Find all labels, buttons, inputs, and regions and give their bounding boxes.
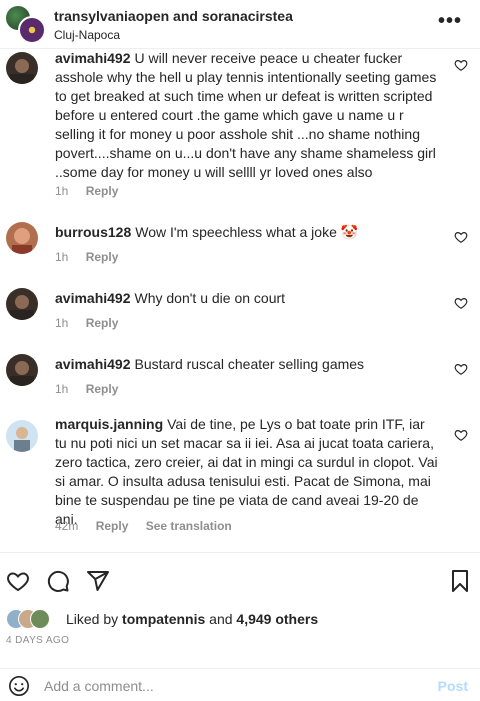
comment-username[interactable]: avimahi492 [55, 290, 131, 306]
comment-meta: 1h Reply [55, 382, 132, 396]
avatar [30, 609, 50, 629]
share-icon[interactable] [86, 569, 110, 593]
heart-icon[interactable] [454, 230, 468, 244]
avatar[interactable] [6, 288, 38, 320]
comment-text: avimahi492 U will never receive peace u c… [55, 50, 437, 180]
heart-icon[interactable] [454, 428, 468, 442]
reply-button[interactable]: Reply [86, 382, 119, 396]
emoji-icon[interactable] [8, 675, 30, 697]
comment-meta: 1h Reply [55, 316, 132, 330]
liked-by-avatars[interactable] [6, 609, 66, 629]
collab-avatars[interactable] [6, 6, 46, 44]
see-translation-button[interactable]: See translation [146, 519, 232, 533]
liked-by-text: Liked by tompatennis and 4,949 others [66, 611, 319, 627]
comment-item: marquis.janning Vai de tine, pe Lys o bat… [0, 412, 480, 542]
heart-icon[interactable] [6, 569, 30, 593]
avatar[interactable] [6, 420, 38, 452]
comment-time: 1h [55, 382, 69, 396]
reply-button[interactable]: Reply [86, 250, 119, 264]
post-authors[interactable]: transylvaniaopen and soranacirstea [54, 8, 293, 24]
comment-input[interactable] [44, 675, 424, 697]
comment-item: avimahi492 Bustard ruscal cheater selling… [0, 346, 480, 402]
avatar[interactable] [18, 16, 46, 44]
comment-time: 42m [55, 519, 79, 533]
comment-username[interactable]: burrous128 [55, 224, 131, 240]
post-timestamp[interactable]: 4 DAYS AGO [6, 635, 69, 646]
comment-meta: 1h Reply [55, 184, 132, 198]
comment-meta: 42m Reply See translation [55, 519, 246, 533]
comment-username[interactable]: marquis.janning [55, 416, 163, 432]
add-comment-bar: Post [0, 668, 480, 701]
comment-text: marquis.janning Vai de tine, pe Lys o bat… [55, 416, 438, 527]
bookmark-icon[interactable] [448, 569, 472, 593]
post-button[interactable]: Post [438, 678, 468, 694]
comment-text: burrous128 Wow I'm speechless what a joke… [55, 224, 359, 240]
liked-by-user[interactable]: tompatennis [122, 611, 205, 627]
likes-count[interactable]: 4,949 others [236, 611, 318, 627]
comment-time: 1h [55, 316, 69, 330]
avatar[interactable] [6, 222, 38, 254]
more-horizontal-icon[interactable]: ••• [438, 10, 462, 33]
comment-text: avimahi492 Why don't u die on court [55, 290, 286, 306]
post-actions: Liked by tompatennis and 4,949 others 4 … [0, 552, 480, 653]
comment-time: 1h [55, 184, 69, 198]
avatar[interactable] [6, 52, 38, 84]
comment-meta: 1h Reply [55, 250, 132, 264]
comment-icon[interactable] [46, 569, 70, 593]
reply-button[interactable]: Reply [86, 184, 119, 198]
comment-item: burrous128 Wow I'm speechless what a joke… [0, 214, 480, 270]
comment-item: avimahi492 Why don't u die on court 1h Re… [0, 280, 480, 336]
heart-icon[interactable] [454, 296, 468, 310]
comment-item: avimahi492 U will never receive peace u c… [0, 44, 480, 204]
reply-button[interactable]: Reply [96, 519, 129, 533]
avatar[interactable] [6, 354, 38, 386]
comment-username[interactable]: avimahi492 [55, 50, 131, 66]
heart-icon[interactable] [454, 58, 468, 72]
heart-icon[interactable] [454, 362, 468, 376]
post-location[interactable]: Cluj-Napoca [54, 28, 120, 42]
post-header: transylvaniaopen and soranacirstea Cluj-… [0, 0, 480, 49]
reply-button[interactable]: Reply [86, 316, 119, 330]
comment-text: avimahi492 Bustard ruscal cheater selling… [55, 356, 365, 372]
comment-username[interactable]: avimahi492 [55, 356, 131, 372]
comment-time: 1h [55, 250, 69, 264]
